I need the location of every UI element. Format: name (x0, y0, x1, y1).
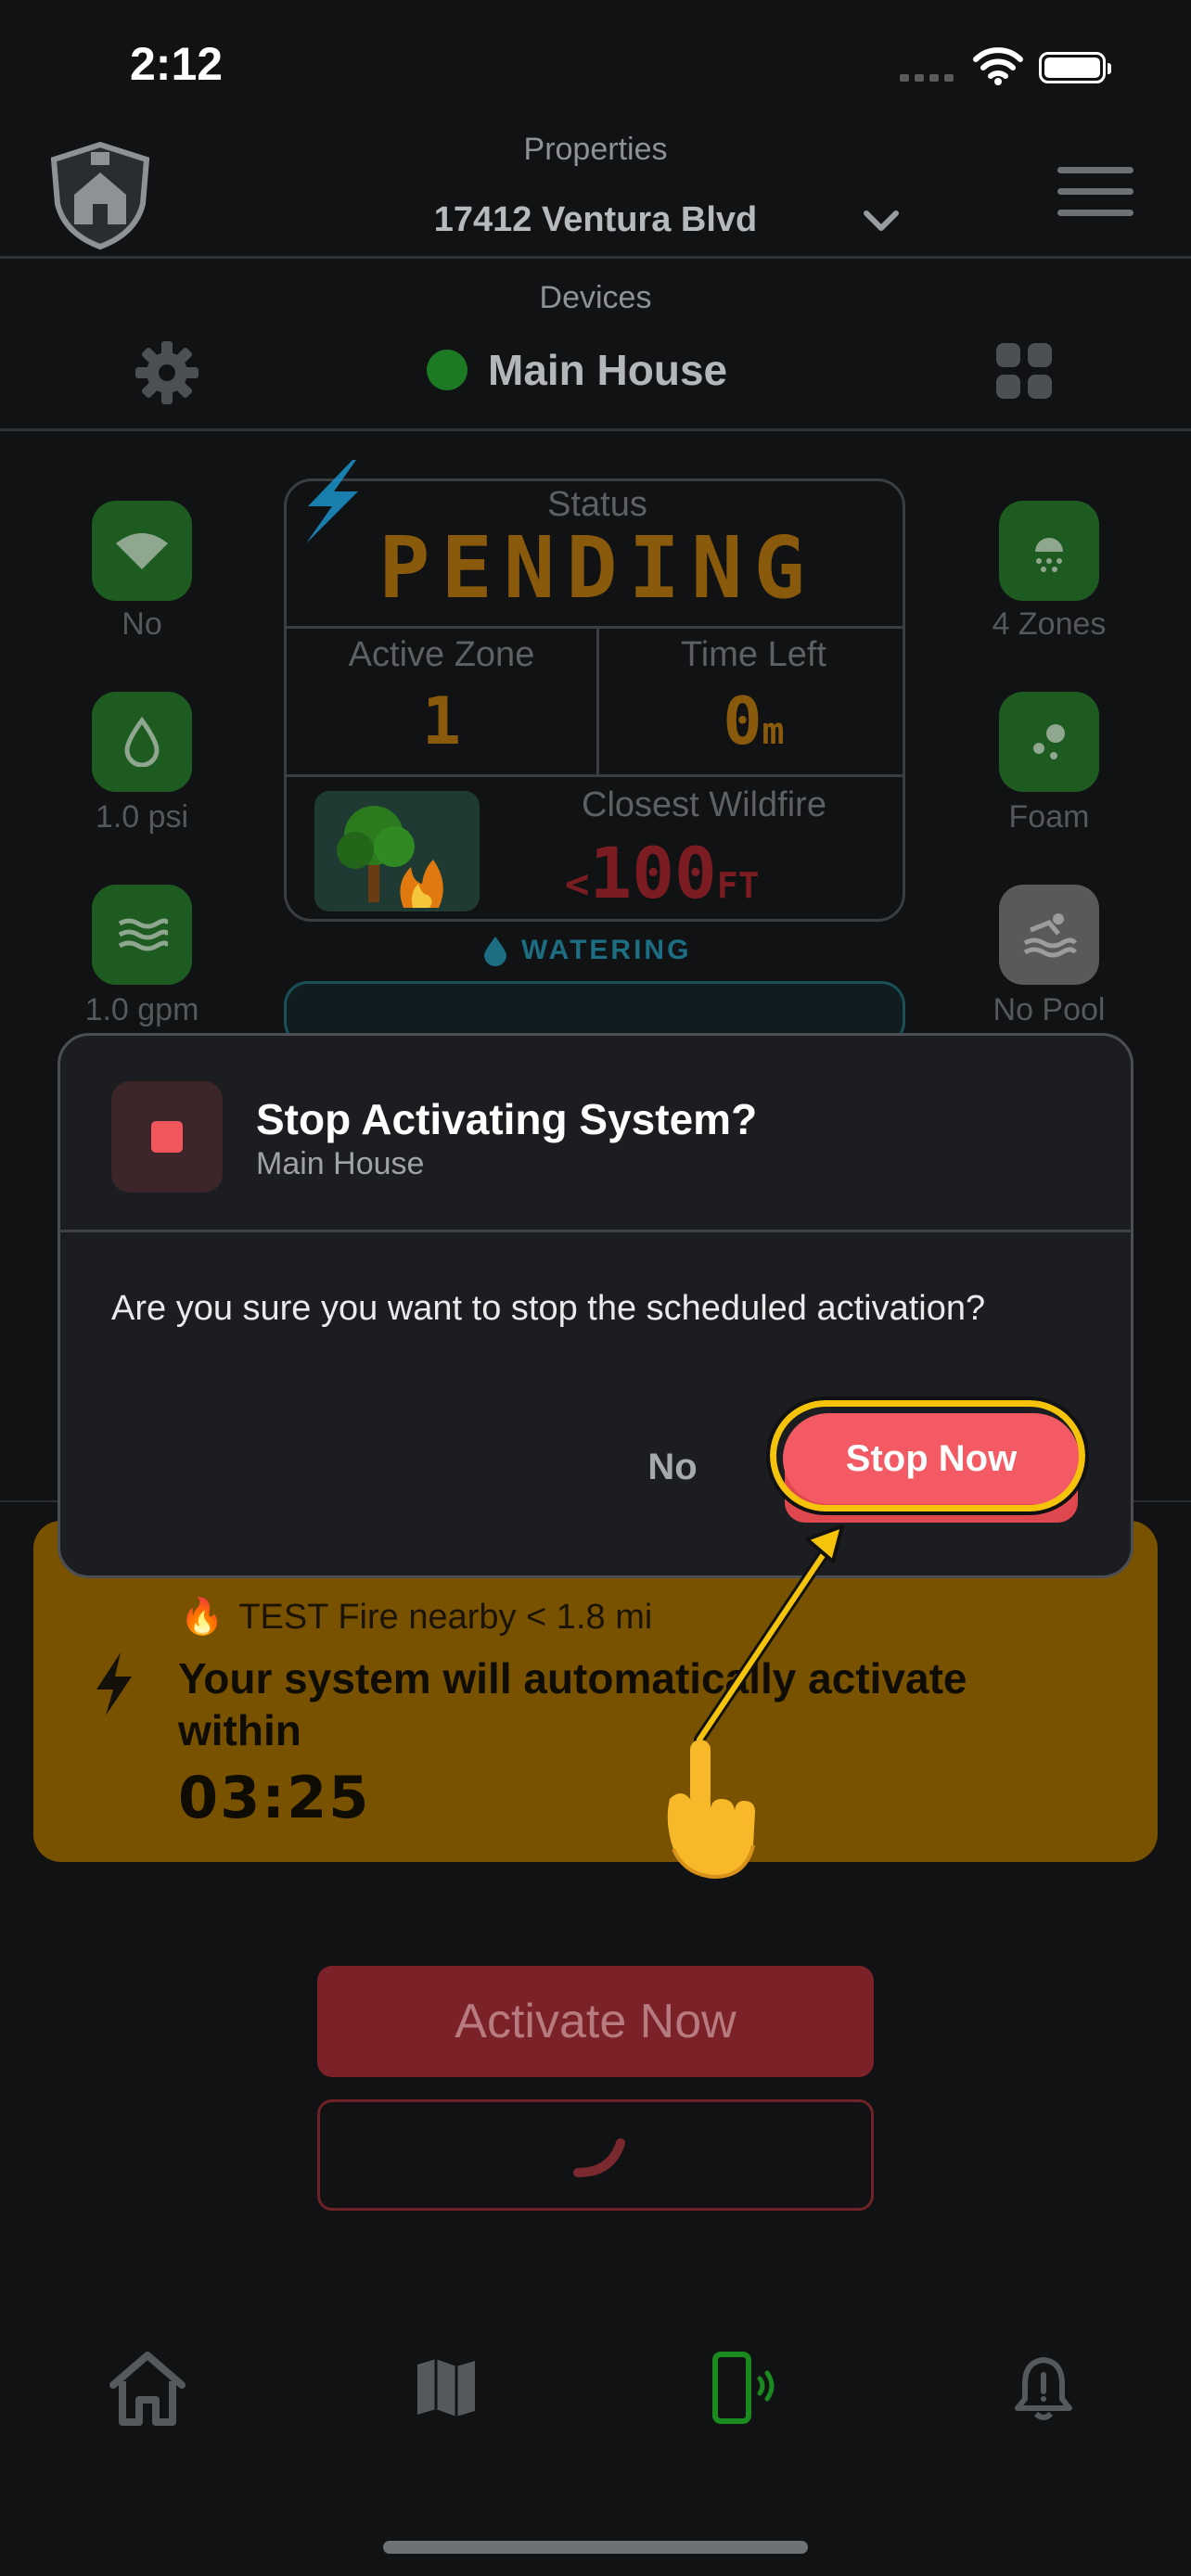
fire-nearby-row: 🔥 TEST Fire nearby < 1.8 mi (180, 1597, 652, 1638)
header-divider (0, 256, 1191, 259)
fire-nearby-text: TEST Fire nearby < 1.8 mi (238, 1598, 653, 1637)
bell-alert-icon (1015, 2357, 1072, 2420)
menu-icon[interactable] (1057, 167, 1133, 231)
settings-gear-icon[interactable] (134, 339, 200, 406)
loading-spinner-icon (573, 2138, 625, 2177)
wifi-status-icon (973, 47, 1023, 85)
property-selector[interactable]: 17412 Ventura Blvd (364, 200, 827, 240)
closest-wildfire-value: 100 (589, 832, 717, 914)
bolt-icon (96, 1652, 132, 1715)
properties-label: Properties (523, 132, 668, 167)
tab-home[interactable] (106, 2346, 189, 2429)
pointer-arrow-icon (694, 1524, 844, 1745)
online-status-dot (427, 350, 467, 390)
grid-view-icon[interactable] (996, 343, 1052, 399)
closest-wildfire-display: <100FT (565, 832, 903, 914)
zones-tile[interactable] (999, 501, 1099, 601)
pool-icon (1023, 913, 1077, 958)
wildfire-illustration (314, 791, 480, 912)
flow-tile[interactable] (92, 885, 192, 985)
closest-wildfire-unit: FT (716, 865, 760, 906)
tab-device[interactable] (703, 2346, 787, 2429)
foam-tile-label: Foam (1008, 799, 1090, 835)
closest-wildfire-label: Closest Wildfire (582, 785, 826, 824)
pool-tile-label: No Pool (992, 992, 1106, 1027)
lightning-bolt-icon (306, 460, 358, 543)
map-icon (417, 2359, 475, 2417)
water-drop-icon (484, 937, 506, 966)
fire-emoji-icon: 🔥 (180, 1598, 224, 1637)
dialog-subtitle: Main House (256, 1146, 425, 1181)
home-indicator[interactable] (383, 2541, 808, 2554)
active-zone-value: 1 (421, 683, 462, 759)
stop-square-icon (111, 1081, 223, 1192)
highlight-ring (766, 1396, 1089, 1515)
time-left-label: Time Left (681, 635, 826, 674)
cancel-loading-button[interactable] (317, 2099, 874, 2211)
pressure-tile-label: 1.0 psi (95, 799, 189, 835)
countdown-timer: 03:25 (178, 1764, 371, 1831)
active-zone-label: Active Zone (348, 635, 535, 674)
cellular-signal-icon (900, 74, 955, 82)
pool-tile[interactable] (999, 885, 1099, 985)
time-left-value: 0 (723, 683, 762, 759)
time-left-unit: m (762, 710, 785, 753)
zones-tile-label: 4 Zones (992, 606, 1107, 642)
foam-icon (1033, 724, 1065, 759)
device-selector[interactable]: Main House (427, 345, 727, 395)
dialog-divider (59, 1230, 1132, 1232)
tree-fire-icon (337, 806, 443, 908)
activate-now-button[interactable]: Activate Now (317, 1966, 874, 2077)
home-icon (109, 2352, 186, 2426)
time-left-display: 0m (599, 683, 903, 759)
device-icon (712, 2352, 775, 2424)
waves-icon (118, 918, 168, 951)
dialog-title: Stop Activating System? (256, 1095, 758, 1143)
hand-pointer-icon (667, 1740, 755, 1880)
tab-alerts[interactable] (1002, 2346, 1085, 2429)
device-name: Main House (488, 346, 728, 394)
foam-tile[interactable] (999, 692, 1099, 792)
chevron-down-icon[interactable] (863, 210, 900, 234)
battery-icon (1039, 52, 1111, 83)
no-button[interactable]: No (612, 1437, 733, 1497)
auto-activate-message: Your system will automatically activate … (178, 1654, 967, 1754)
wifi-icon (116, 533, 168, 569)
tab-map[interactable] (404, 2346, 488, 2429)
watering-label: WATERING (521, 935, 692, 965)
sprinkler-icon (1035, 538, 1063, 572)
dialog-message: Are you sure you want to stop the schedu… (111, 1289, 986, 1328)
pressure-tile[interactable] (92, 692, 192, 792)
app-logo-shield-icon (50, 141, 150, 250)
closest-wildfire-prefix: < (565, 861, 590, 908)
wifi-tile-label: No (122, 606, 162, 642)
drop-icon (124, 717, 160, 767)
flow-tile-label: 1.0 gpm (84, 992, 199, 1027)
status-time: 2:12 (130, 38, 224, 90)
wifi-tile[interactable] (92, 501, 192, 601)
watering-indicator: WATERING (482, 935, 691, 966)
devices-label: Devices (539, 280, 652, 315)
devices-divider (0, 428, 1191, 431)
